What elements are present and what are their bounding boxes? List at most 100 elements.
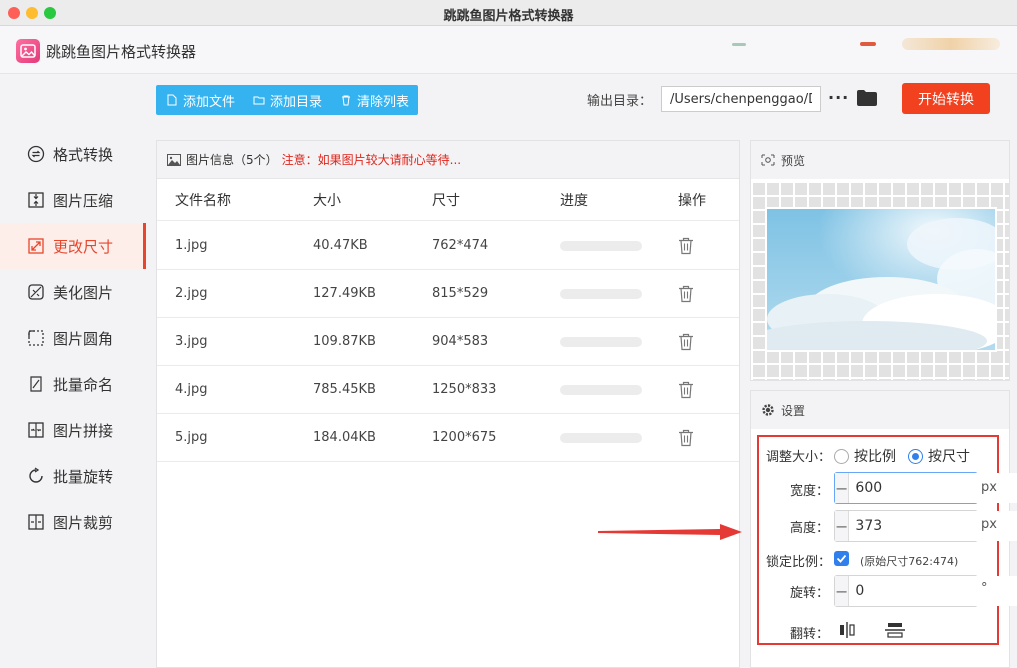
table-row[interactable]: 2.jpg 127.49KB 815*529: [157, 270, 739, 318]
sidebar-item-label: 图片裁剪: [53, 513, 114, 532]
warning-text: 注意：如果图片较大请耐心等待...: [281, 153, 462, 167]
file-name-cell: 4.jpg: [175, 382, 208, 397]
stitch-icon: [28, 422, 44, 438]
browse-more-button[interactable]: ···: [828, 88, 849, 107]
table-row[interactable]: 1.jpg 40.47KB 762*474: [157, 222, 739, 270]
output-directory-label: 输出目录：: [587, 94, 653, 109]
title-bar: 跳跳鱼图片格式转换器: [0, 0, 1017, 26]
resize-mode-label: 调整大小：: [766, 450, 832, 465]
file-dimensions-cell: 1200*675: [432, 430, 497, 445]
add-directory-label: 添加目录: [270, 94, 323, 110]
app-name: 跳跳鱼图片格式转换器: [46, 43, 197, 61]
table-row[interactable]: 4.jpg 785.45KB 1250*833: [157, 366, 739, 414]
height-label: 高度：: [790, 521, 830, 536]
height-decrease-button[interactable]: −: [835, 511, 850, 541]
radio-dot: [908, 448, 923, 464]
delete-file-icon[interactable]: [678, 285, 694, 303]
clear-list-button[interactable]: 清除列表: [330, 85, 417, 115]
sidebar-item-label: 格式转换: [53, 145, 114, 164]
sidebar-item-label: 批量旋转: [53, 467, 114, 486]
flip-vertical-icon[interactable]: [884, 621, 906, 639]
progress-cell: [560, 366, 642, 413]
file-name-cell: 5.jpg: [175, 430, 208, 445]
sidebar-item-label: 美化图片: [53, 283, 114, 302]
file-name-cell: 1.jpg: [175, 238, 208, 253]
add-directory-button[interactable]: 添加目录: [243, 85, 330, 115]
app-logo-icon: [16, 39, 40, 63]
width-stepper: − +: [834, 472, 1017, 504]
file-dimensions-cell: 815*529: [432, 286, 489, 301]
sidebar-item-resize[interactable]: 更改尺寸: [0, 223, 146, 269]
actions-cell: [678, 222, 694, 269]
sidebar-item-label: 图片拼接: [53, 421, 114, 440]
file-name-cell: 3.jpg: [175, 334, 208, 349]
delete-file-icon[interactable]: [678, 429, 694, 447]
lock-ratio-checkbox[interactable]: [834, 551, 849, 566]
file-size-cell: 785.45KB: [313, 382, 376, 397]
table-row[interactable]: 5.jpg 184.04KB 1200*675: [157, 414, 739, 462]
annotation-arrow: [598, 524, 742, 540]
add-file-button[interactable]: 添加文件: [156, 85, 243, 115]
width-label: 宽度：: [790, 484, 830, 499]
width-unit: px: [981, 480, 997, 495]
sidebar-item-compress[interactable]: 图片压缩: [0, 177, 146, 223]
column-header-name: 文件名称: [175, 192, 231, 209]
beautify-icon: [28, 284, 44, 300]
width-decrease-button[interactable]: −: [835, 473, 850, 503]
flip-label: 翻转：: [790, 627, 830, 642]
open-folder-icon[interactable]: [856, 89, 878, 107]
sidebar-item-label: 图片压缩: [53, 191, 114, 210]
progress-cell: [560, 318, 642, 365]
sidebar-item-beautify[interactable]: 美化图片: [0, 269, 146, 315]
output-directory-input[interactable]: [661, 86, 821, 112]
sidebar-item-batch-rotate[interactable]: 批量旋转: [0, 453, 146, 499]
file-toolbar: 添加文件 添加目录 清除列表: [156, 85, 418, 115]
rotate-input[interactable]: [849, 576, 1017, 606]
radio-dot: [834, 448, 849, 464]
actions-cell: [678, 366, 694, 413]
sidebar-item-stitch[interactable]: 图片拼接: [0, 407, 146, 453]
compress-icon: [28, 192, 44, 208]
image-icon: [167, 153, 181, 166]
sidebar-item-crop[interactable]: 图片裁剪: [0, 499, 146, 545]
resize-by-ratio-radio[interactable]: 按比例: [834, 446, 896, 466]
sidebar-item-rounded-corner[interactable]: 图片圆角: [0, 315, 146, 361]
height-unit: px: [981, 517, 997, 532]
delete-file-icon[interactable]: [678, 333, 694, 351]
add-file-label: 添加文件: [183, 94, 236, 110]
rounded-corner-icon: [28, 330, 44, 346]
start-convert-button[interactable]: 开始转换: [902, 83, 990, 114]
rotate-label: 旋转：: [790, 586, 830, 601]
file-size-cell: 109.87KB: [313, 334, 376, 349]
rotate-icon: [29, 467, 43, 483]
file-list-panel: 图片信息（5个） 注意：如果图片较大请耐心等待... 文件名称 大小 尺寸 进度…: [156, 140, 740, 668]
sidebar-item-label: 图片圆角: [53, 329, 114, 348]
file-list-header: 图片信息（5个） 注意：如果图片较大请耐心等待...: [157, 141, 739, 179]
progress-cell: [560, 270, 642, 317]
preview-image: [765, 207, 997, 352]
sidebar-item-label: 批量命名: [53, 375, 114, 394]
preview-icon: [761, 154, 775, 166]
user-account-blurred[interactable]: [902, 38, 1000, 50]
delete-file-icon[interactable]: [678, 381, 694, 399]
trash-icon: [342, 95, 351, 106]
transparent-background: [751, 181, 1009, 380]
delete-file-icon[interactable]: [678, 237, 694, 255]
file-size-cell: 127.49KB: [313, 286, 376, 301]
sidebar-item-batch-rename[interactable]: 批量命名: [0, 361, 146, 407]
actions-cell: [678, 270, 694, 317]
file-dimensions-cell: 762*474: [432, 238, 489, 253]
gear-icon: [762, 404, 774, 416]
rotate-decrease-button[interactable]: −: [835, 576, 850, 606]
settings-title: 设置: [781, 403, 806, 418]
rotate-stepper: − +: [834, 575, 1017, 607]
table-header: 文件名称 大小 尺寸 进度 操作: [157, 179, 739, 221]
resize-by-size-radio[interactable]: 按尺寸: [908, 446, 970, 466]
file-count-label: 图片信息（5个）: [186, 153, 278, 167]
table-row[interactable]: 3.jpg 109.87KB 904*583: [157, 318, 739, 366]
original-size-text: (原始尺寸762:474): [860, 555, 959, 568]
column-header-progress: 进度: [560, 192, 588, 209]
window-title: 跳跳鱼图片格式转换器: [443, 9, 574, 24]
flip-horizontal-icon[interactable]: [838, 621, 856, 639]
sidebar-item-format-convert[interactable]: 格式转换: [0, 131, 146, 177]
